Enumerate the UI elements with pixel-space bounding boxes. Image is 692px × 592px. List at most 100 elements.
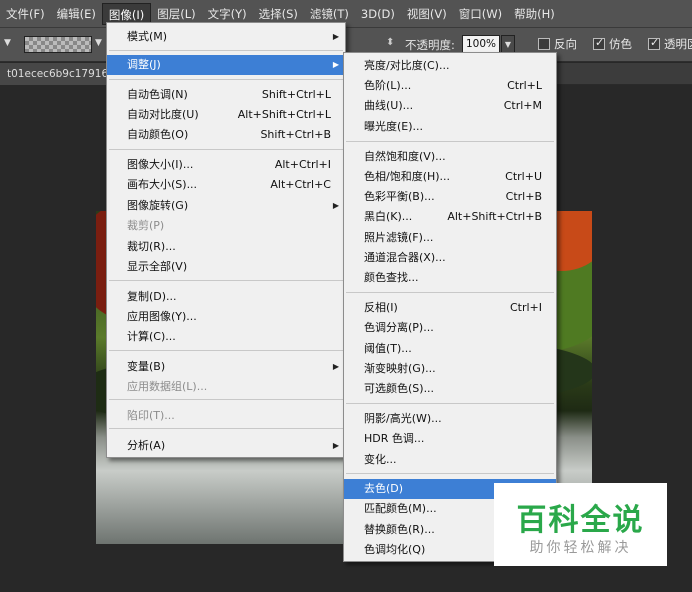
menu-item[interactable]: 自动对比度(U) Alt+Shift+Ctrl+L bbox=[107, 105, 345, 125]
menu-item[interactable]: 图像旋转(G) ▶ bbox=[107, 196, 345, 216]
menu-item-label: 图像旋转(G) bbox=[127, 199, 189, 212]
menu-item[interactable]: 色彩平衡(B)... Ctrl+B bbox=[344, 187, 556, 207]
menu-item-label: 自动对比度(U) bbox=[127, 108, 199, 121]
menu-item-label: 色调分离(P)... bbox=[364, 321, 434, 334]
menu-item[interactable]: 计算(C)... bbox=[107, 327, 345, 347]
menu-item[interactable]: 画布大小(S)... Alt+Ctrl+C bbox=[107, 175, 345, 195]
menu-item[interactable]: 曲线(U)... Ctrl+M bbox=[344, 96, 556, 116]
document-tab[interactable]: t01ecec6b9c17916 bbox=[0, 63, 112, 85]
menu-separator bbox=[109, 149, 343, 150]
menu-item[interactable]: 亮度/对比度(C)... bbox=[344, 56, 556, 76]
menu-item[interactable]: 阴影/高光(W)... bbox=[344, 409, 556, 429]
menu-item[interactable]: 复制(D)... bbox=[107, 287, 345, 307]
tool-preset-caret-icon[interactable]: ▼ bbox=[4, 38, 11, 48]
menu-item-label: 色相/饱和度(H)... bbox=[364, 170, 451, 183]
menu-item-label: 复制(D)... bbox=[127, 290, 177, 303]
menubar-item[interactable]: 3D(D) bbox=[355, 3, 401, 25]
menu-item-label: 颜色查找... bbox=[364, 271, 419, 284]
menu-item[interactable]: 渐变映射(G)... bbox=[344, 359, 556, 379]
menu-item[interactable]: 曝光度(E)... bbox=[344, 117, 556, 137]
watermark: 百科全说 助你轻松解决 bbox=[494, 483, 667, 566]
menu-separator bbox=[346, 403, 554, 404]
menu-item-label: 自然饱和度(V)... bbox=[364, 150, 446, 163]
menu-item[interactable]: 图像大小(I)... Alt+Ctrl+I bbox=[107, 155, 345, 175]
menu-item-label: 变量(B) bbox=[127, 360, 166, 373]
menubar-item[interactable]: 窗口(W) bbox=[453, 3, 508, 25]
menu-item[interactable]: 显示全部(V) bbox=[107, 257, 345, 277]
menu-item[interactable]: 色阶(L)... Ctrl+L bbox=[344, 76, 556, 96]
menu-item-label: 渐变映射(G)... bbox=[364, 362, 436, 375]
menu-item[interactable]: 自然饱和度(V)... bbox=[344, 147, 556, 167]
menu-item[interactable]: 变量(B) ▶ bbox=[107, 357, 345, 377]
menu-item[interactable]: 反相(I) Ctrl+I bbox=[344, 298, 556, 318]
menu-item[interactable]: 可选颜色(S)... bbox=[344, 379, 556, 399]
menu-item-label: 应用图像(Y)... bbox=[127, 310, 197, 323]
menu-item-label: 计算(C)... bbox=[127, 330, 176, 343]
checkbox-box[interactable] bbox=[593, 36, 605, 50]
menu-item[interactable]: 黑白(K)... Alt+Shift+Ctrl+B bbox=[344, 207, 556, 227]
menu-item[interactable]: 色相/饱和度(H)... Ctrl+U bbox=[344, 167, 556, 187]
menu-item-label: 裁剪(P) bbox=[127, 219, 165, 232]
menu-item-label: 显示全部(V) bbox=[127, 260, 188, 273]
menu-item[interactable]: 自动色调(N) Shift+Ctrl+L bbox=[107, 85, 345, 105]
menu-item-label: 亮度/对比度(C)... bbox=[364, 59, 450, 72]
menu-item-shortcut: Ctrl+L bbox=[507, 79, 542, 92]
menu-item-label: 自动色调(N) bbox=[127, 88, 188, 101]
transparency-label: 透明区 bbox=[664, 37, 692, 51]
menu-item-label: 曲线(U)... bbox=[364, 99, 414, 112]
menu-item[interactable]: 应用图像(Y)... bbox=[107, 307, 345, 327]
menu-item[interactable]: 自动颜色(O) Shift+Ctrl+B bbox=[107, 125, 345, 145]
menu-item-shortcut: Ctrl+U bbox=[505, 170, 542, 183]
menu-item[interactable]: 照片滤镜(F)... bbox=[344, 228, 556, 248]
opacity-label: 不透明度: bbox=[405, 38, 455, 52]
menu-item-shortcut: Ctrl+I bbox=[509, 301, 542, 314]
menu-item[interactable]: 模式(M) ▶ bbox=[107, 27, 345, 47]
menu-separator bbox=[109, 350, 343, 351]
image-menu: 模式(M) ▶ 调整(J) ▶ 自动色调(N) Shift+Ctrl+L 自动对比度(U) A… bbox=[106, 22, 346, 458]
menu-item[interactable]: 变化... bbox=[344, 450, 556, 470]
menu-item[interactable]: 裁切(R)... bbox=[107, 237, 345, 257]
submenu-arrow-icon: ▶ bbox=[332, 441, 339, 450]
menubar-item[interactable]: 文件(F) bbox=[0, 3, 51, 25]
menu-item: 陷印(T)... bbox=[107, 406, 345, 426]
reverse-checkbox[interactable]: 反向 bbox=[538, 36, 577, 52]
menu-item-label: 自动颜色(O) bbox=[127, 128, 189, 141]
watermark-subtitle: 助你轻松解决 bbox=[529, 540, 632, 556]
mode-stepper-icon[interactable]: ⬍ bbox=[386, 37, 394, 48]
menu-item-label: 模式(M) bbox=[127, 30, 168, 43]
menu-item[interactable]: 颜色查找... bbox=[344, 268, 556, 288]
menu-item-label: 色调均化(Q) bbox=[364, 543, 426, 556]
menu-separator bbox=[346, 473, 554, 474]
menu-item-label: 应用数据组(L)... bbox=[127, 380, 208, 393]
submenu-arrow-icon: ▶ bbox=[332, 362, 339, 371]
menu-item-label: 裁切(R)... bbox=[127, 240, 176, 253]
menu-item[interactable]: 分析(A) ▶ bbox=[107, 436, 345, 456]
checkbox-box[interactable] bbox=[648, 36, 660, 50]
watermark-title: 百科全说 bbox=[516, 503, 645, 538]
gradient-swatch[interactable] bbox=[24, 36, 92, 53]
menu-item-label: 照片滤镜(F)... bbox=[364, 231, 434, 244]
menu-separator bbox=[109, 79, 343, 80]
menu-item-shortcut: Alt+Shift+Ctrl+L bbox=[237, 108, 331, 121]
menu-item-shortcut: Shift+Ctrl+B bbox=[260, 128, 331, 141]
menu-item[interactable]: 阈值(T)... bbox=[344, 339, 556, 359]
dither-checkbox[interactable]: 仿色 bbox=[593, 36, 632, 52]
menu-item[interactable]: 通道混合器(X)... bbox=[344, 248, 556, 268]
gradient-dropdown-icon[interactable]: ▼ bbox=[95, 38, 102, 48]
menu-item-label: 阴影/高光(W)... bbox=[364, 412, 442, 425]
menu-item-label: 反相(I) bbox=[364, 301, 398, 314]
menubar-item[interactable]: 编辑(E) bbox=[51, 3, 102, 25]
menubar-item[interactable]: 视图(V) bbox=[401, 3, 453, 25]
submenu-arrow-icon: ▶ bbox=[332, 201, 339, 210]
menu-item[interactable]: 调整(J) ▶ bbox=[107, 55, 345, 75]
menubar-item[interactable]: 帮助(H) bbox=[508, 3, 561, 25]
menu-item-label: 匹配颜色(M)... bbox=[364, 502, 437, 515]
submenu-arrow-icon: ▶ bbox=[332, 32, 339, 41]
menu-separator bbox=[346, 292, 554, 293]
menu-item[interactable]: 色调分离(P)... bbox=[344, 318, 556, 338]
submenu-arrow-icon: ▶ bbox=[332, 60, 339, 69]
checkbox-box[interactable] bbox=[538, 38, 550, 50]
menu-item[interactable]: HDR 色调... bbox=[344, 429, 556, 449]
menu-item-label: 黑白(K)... bbox=[364, 210, 413, 223]
transparency-checkbox[interactable]: 透明区 bbox=[648, 36, 692, 52]
